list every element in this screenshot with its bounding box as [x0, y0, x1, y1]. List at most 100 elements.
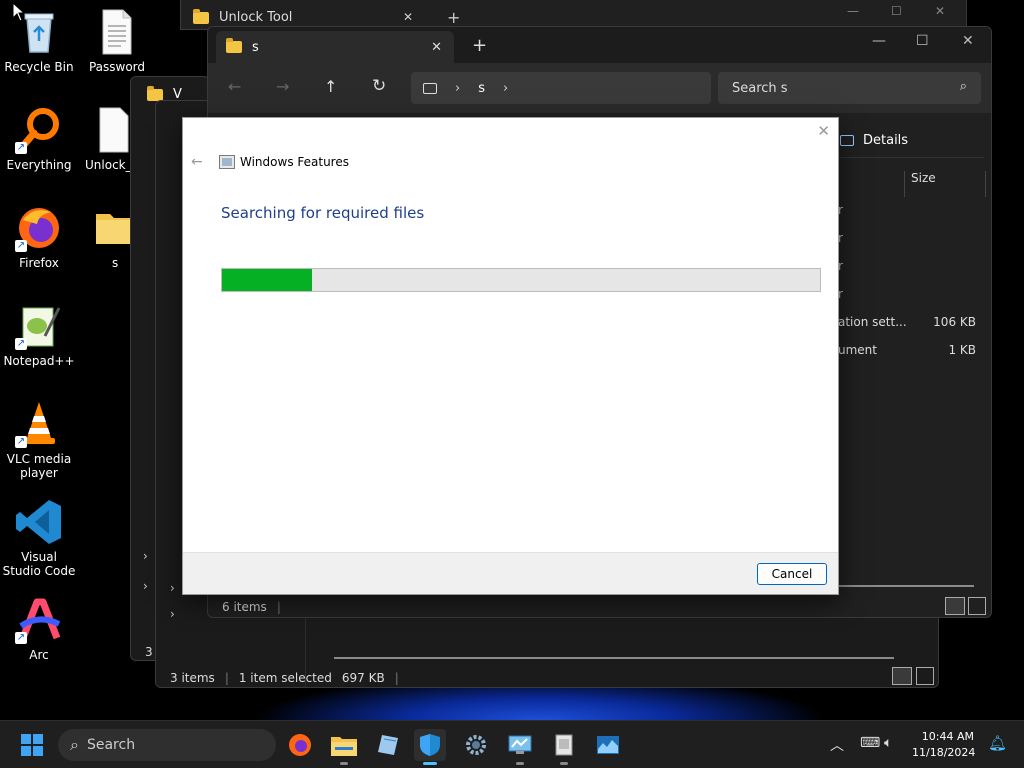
folder-icon — [226, 38, 242, 53]
new-tab-icon[interactable]: + — [472, 35, 487, 56]
back-arrow-icon[interactable]: ← — [228, 77, 241, 96]
notepad-plus-plus-icon: ↗ — [15, 302, 63, 350]
address-bar[interactable]: › s › — [411, 72, 711, 104]
list-item[interactable]: r — [838, 203, 984, 231]
details-pane-button[interactable]: Details — [840, 133, 908, 148]
desktop-icon-label: Visual Studio Code — [2, 550, 76, 578]
search-input[interactable]: Search s ⌕ — [718, 72, 981, 104]
network-icon[interactable]: ⌨ — [860, 735, 880, 751]
forward-arrow-icon[interactable]: → — [276, 77, 289, 96]
desktop-icon-unlock-tool[interactable]: Unlock_T — [80, 106, 132, 172]
desktop-icon-arc[interactable]: ↗ Arc — [2, 596, 76, 662]
status-item-count: 3 items — [170, 671, 215, 685]
breadcrumb-chevron-icon[interactable]: › — [503, 81, 508, 96]
chevron-right-icon[interactable]: › — [143, 549, 148, 563]
desktop-icon-vlc[interactable]: ↗ VLC media player — [2, 400, 76, 480]
taskbar-file-explorer[interactable] — [328, 729, 360, 765]
file-explorer-icon — [331, 737, 357, 756]
performance-monitor-icon — [597, 736, 619, 754]
text-document-icon — [93, 8, 141, 56]
gear-icon — [466, 735, 486, 755]
taskbar-installer[interactable] — [548, 729, 580, 765]
chevron-right-icon[interactable]: › — [170, 607, 175, 621]
up-arrow-icon[interactable]: ↑ — [324, 77, 337, 96]
maximize-icon[interactable]: ☐ — [916, 33, 929, 49]
everything-search-icon: ↗ — [15, 106, 63, 154]
close-window-icon[interactable]: ✕ — [935, 4, 945, 18]
desktop-icon-password[interactable]: Password — [80, 8, 154, 74]
tab-unlock-tool[interactable]: Unlock Tool — [193, 8, 293, 25]
desktop-icon-label: Unlock_T — [85, 158, 132, 172]
breadcrumb-chevron-icon[interactable]: › — [455, 81, 460, 96]
refresh-icon[interactable]: ↻ — [372, 76, 386, 96]
column-header-size[interactable]: Size — [904, 171, 986, 197]
volume-icon[interactable]: 🔈︎ — [884, 735, 892, 751]
details-pane-icon — [840, 135, 854, 146]
vlc-cone-icon: ↗ — [15, 400, 63, 448]
status-item-count: 6 items — [222, 600, 267, 614]
desktop-icon-vscode[interactable]: Visual Studio Code — [2, 498, 76, 578]
navigation-toolbar: ← → ↑ ↻ › s › Search s ⌕ — [208, 63, 991, 113]
chevron-right-icon[interactable]: › — [143, 579, 148, 593]
close-window-icon[interactable]: ✕ — [962, 33, 974, 49]
taskbar-notepad[interactable] — [372, 729, 404, 761]
tab-s[interactable]: s ✕ — [216, 31, 454, 63]
windows-features-icon — [219, 155, 235, 169]
folder-icon — [96, 204, 132, 252]
notification-bell-icon[interactable]: 🔔︎ — [988, 734, 1007, 752]
arc-browser-icon: ↗ — [15, 596, 63, 644]
taskbar-clock[interactable]: 10:44 AM 11/18/2024 — [912, 729, 975, 761]
shortcut-arrow-icon: ↗ — [15, 240, 27, 252]
taskbar-search[interactable]: ⌕ Search — [58, 729, 276, 761]
start-button[interactable] — [16, 729, 48, 761]
tiles-view-icon[interactable] — [968, 597, 986, 615]
title-bar: s ✕ + — ☐ ✕ — [208, 27, 991, 63]
list-item[interactable]: r — [838, 231, 984, 259]
maximize-icon[interactable]: ☐ — [891, 4, 902, 18]
list-item[interactable]: r — [838, 259, 984, 287]
installer-icon — [555, 734, 573, 756]
taskbar-firefox[interactable] — [284, 729, 316, 761]
desktop-icon-everything[interactable]: ↗ Everything — [2, 106, 76, 172]
chevron-right-icon[interactable]: › — [170, 581, 175, 595]
details-view-icon[interactable] — [892, 667, 912, 685]
horizontal-scrollbar[interactable] — [838, 585, 974, 587]
breadcrumb-segment-s[interactable]: s — [478, 81, 485, 96]
desktop-icon-firefox[interactable]: ↗ Firefox — [2, 204, 76, 270]
close-tab-icon[interactable]: ✕ — [403, 10, 413, 24]
desktop-icon-s-folder[interactable]: s — [80, 204, 132, 270]
search-placeholder: Search s — [732, 80, 788, 96]
new-tab-icon[interactable]: + — [447, 8, 460, 27]
tab-title: Unlock Tool — [219, 10, 293, 25]
text-document-icon — [96, 106, 132, 154]
cancel-button[interactable]: Cancel — [757, 563, 827, 585]
details-view-icon[interactable] — [945, 597, 965, 615]
close-dialog-icon[interactable]: ✕ — [817, 122, 830, 140]
status-items-partial: 3 — [145, 645, 153, 659]
desktop-icon-notepad-plus-plus[interactable]: ↗ Notepad++ — [2, 302, 76, 368]
taskbar-security[interactable] — [414, 729, 446, 765]
taskbar-performance-monitor[interactable] — [592, 729, 624, 761]
close-tab-icon[interactable]: ✕ — [431, 40, 442, 55]
clock-time: 10:44 AM — [921, 730, 974, 743]
progress-bar — [221, 268, 821, 292]
windows-features-dialog[interactable]: ✕ ← Windows Features Searching for requi… — [182, 117, 839, 595]
tiles-view-icon[interactable] — [916, 667, 934, 685]
horizontal-scrollbar[interactable] — [334, 657, 894, 659]
shortcut-arrow-icon: ↗ — [15, 632, 27, 644]
taskbar-settings[interactable] — [460, 729, 492, 761]
folder-icon — [147, 85, 163, 101]
list-item[interactable]: r — [838, 287, 984, 315]
list-item[interactable]: ument 1 KB — [838, 343, 984, 371]
taskbar-control-panel[interactable] — [504, 729, 536, 765]
minimize-icon[interactable]: — — [872, 33, 886, 49]
list-item[interactable]: ation sett... 106 KB — [838, 315, 984, 343]
desktop-icon-label: Notepad++ — [3, 354, 75, 368]
show-hidden-icons-chevron-icon[interactable]: ︿ — [830, 735, 844, 755]
dialog-heading: Searching for required files — [221, 204, 425, 222]
back-arrow-icon[interactable]: ← — [191, 154, 203, 170]
minimize-icon[interactable]: — — [847, 4, 859, 18]
desktop-icon-label: Everything — [6, 158, 72, 172]
desktop-icon-label: s — [112, 256, 119, 270]
mouse-cursor-icon — [12, 2, 24, 22]
